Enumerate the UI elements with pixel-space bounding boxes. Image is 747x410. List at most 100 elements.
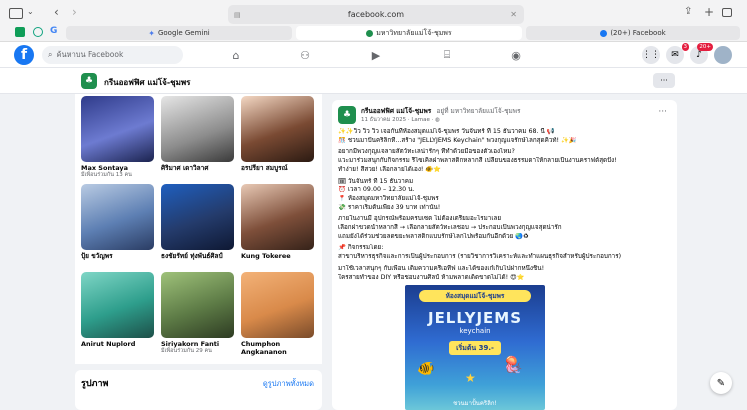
pinned-tab-chatgpt-icon[interactable]	[33, 27, 43, 37]
facebook-logo-icon[interactable]: f	[14, 45, 34, 65]
person-name: ธงชัยรัทย์ ทุ่งพันธ์ศิลป์	[161, 252, 223, 260]
post-header: กรีนออฟฟิศ แม่โจ้-ชุมพร อยู่ที่ มหาวิทยา…	[361, 106, 521, 116]
tab-maejo[interactable]: มหาวิทยาลัยแม่โจ้-ชุมพร	[296, 26, 522, 40]
group-logo-icon: ♣	[81, 73, 97, 89]
pinned-tab-google-icon[interactable]: G	[50, 26, 57, 36]
person-name: Kung Tokeree	[241, 252, 291, 260]
person-photo	[241, 96, 314, 162]
members-card: Max Sontaya มีเพื่อนร่วมกัน 13 คน ศิริมา…	[75, 94, 322, 364]
tab-facebook[interactable]: (20+) Facebook	[526, 26, 740, 40]
post-options-icon[interactable]: ···	[658, 107, 667, 117]
post-card: ♣ กรีนออฟฟิศ แม่โจ้-ชุมพร อยู่ที่ มหาวิท…	[332, 100, 677, 410]
messenger-badge: 3	[681, 43, 689, 51]
post-image[interactable]: ห้องสมุดแม่โจ้-ชุมพร JELLYJEMS keychain …	[405, 285, 545, 410]
search-input[interactable]: ⌕ ค้นหาบน Facebook	[42, 46, 183, 64]
person-photo	[81, 272, 154, 338]
tab-label: มหาวิทยาลัยแม่โจ้-ชุมพร	[376, 28, 452, 37]
friends-icon[interactable]: ⚇	[298, 48, 312, 62]
search-icon: ⌕	[48, 50, 53, 59]
person-photo	[161, 96, 234, 162]
person-photo	[161, 272, 234, 338]
poster-footer: ชวนมาปั้นคริลิก!	[453, 400, 497, 407]
sidebar-toggle-icon[interactable]	[9, 8, 23, 19]
post-location[interactable]: อยู่ที่ มหาวิทยาลัยแม่โจ้-ชุมพร	[436, 107, 520, 115]
group-name[interactable]: กรีนออฟฟิศ แม่โจ้-ชุมพร	[104, 76, 190, 89]
post-line: ทำง่าย! สีสวย! เลือกลายได้เอง! 🐠⭐	[338, 165, 442, 173]
post-line: 📌 กิจกรรมโดย:	[338, 244, 384, 252]
forward-icon[interactable]: ›	[72, 5, 77, 19]
video-icon[interactable]: ▶	[369, 48, 383, 62]
person-photo	[241, 184, 314, 250]
person-card[interactable]: Chumphon Angkananon	[241, 272, 314, 356]
person-photo	[81, 96, 154, 162]
person-name: Max Sontaya	[81, 164, 129, 172]
post-line: สาขาบริหารธุรกิจและการเป็นผู้ประกอบการ (…	[338, 253, 622, 261]
pinned-tab-sheets-icon[interactable]	[15, 27, 25, 37]
address-bar[interactable]: ▤ facebook.com ✕	[228, 5, 524, 24]
post-line: ภายในงานมี อุปกรณ์พร้อมครบเซต ไม่ต้องเตร…	[338, 215, 502, 223]
post-line: 🎊 ชวนมาปั้นคริลิกที่...สร้าง "JELLYJEMS …	[338, 136, 577, 144]
post-author[interactable]: กรีนออฟฟิศ แม่โจ้-ชุมพร	[361, 107, 431, 115]
person-photo	[81, 184, 154, 250]
post-line: 📍 ห้องสมุดมหาวิทยาลัยแม่โจ้-ชุมพร	[338, 194, 439, 202]
globe-icon: ◍	[435, 117, 440, 123]
address-text: facebook.com	[347, 10, 405, 19]
page-icon: ▤	[234, 10, 241, 19]
browser-toolbar: ⌄ ‹ › ▤ facebook.com ✕ ⇪ + G ✦ Google Ge…	[0, 0, 747, 42]
more-options-button[interactable]: ···	[653, 73, 675, 88]
tab-label: (20+) Facebook	[610, 29, 666, 37]
photos-card: รูปภาพ ดูรูปภาพทั้งหมด	[75, 370, 322, 410]
post-line: 🗓 วันจันทร์ ที่ 15 ธันวาคม	[338, 177, 414, 185]
jellyfish-icon: 🪼	[503, 355, 523, 374]
starfish-icon: ★	[465, 371, 476, 385]
facebook-icon	[600, 29, 608, 37]
person-card[interactable]: อรปรียา สมบูรณ์	[241, 96, 314, 172]
notifications-icon[interactable]: ♪ 20+	[690, 43, 713, 64]
person-photo	[241, 272, 314, 338]
person-name: Siriyakorn Fanti	[161, 340, 220, 348]
post-line: อยากมีพวงกุญแจลายสัตว์ทะเลน่ารักๆ ที่ทำด…	[338, 148, 515, 156]
gaming-icon[interactable]: ◉	[509, 48, 523, 62]
person-card[interactable]: Max Sontaya มีเพื่อนร่วมกัน 13 คน	[81, 96, 154, 179]
menu-grid-icon[interactable]: ⋮⋮	[642, 46, 660, 64]
post-line: แถมยังได้ร่วมช่วยลดขยะพลาสติกแบบรักษ์โลก…	[338, 232, 529, 240]
person-card[interactable]: ธงชัยรัทย์ ทุ่งพันธ์ศิลป์	[161, 184, 234, 260]
person-name: Chumphon Angkananon	[241, 340, 287, 356]
post-line: ✨✨วิ้ว วิ้ว วิ้ว เจอกันที่ห้องสมุดแม่โจ้…	[338, 128, 555, 135]
group-bar: ♣ กรีนออฟฟิศ แม่โจ้-ชุมพร ···	[0, 68, 747, 94]
favicon-icon	[366, 29, 374, 37]
back-icon[interactable]: ‹	[54, 5, 59, 19]
tab-overview-icon[interactable]	[722, 8, 732, 17]
compose-icon[interactable]: ✎	[710, 372, 732, 394]
person-card[interactable]: Kung Tokeree	[241, 184, 314, 260]
facebook-header: f ⌕ ค้นหาบน Facebook ⌂ ⚇ ▶ ⌸ ◉ ⋮⋮ ✉ 3 ♪ 20…	[0, 42, 747, 68]
search-placeholder: ค้นหาบน Facebook	[56, 50, 124, 59]
post-time[interactable]: 11 ธันวาคม 2025 · Lamae · ◍	[361, 116, 440, 124]
share-icon[interactable]: ⇪	[684, 6, 692, 17]
post-line: ใครสายทำของ DIY หรือชอบงานศิลป์ ห้ามพลาด…	[338, 273, 525, 281]
marketplace-icon[interactable]: ⌸	[440, 48, 454, 62]
person-card[interactable]: Anirut Nuplord	[81, 272, 154, 348]
chevron-down-icon[interactable]: ⌄	[27, 7, 34, 16]
group-avatar[interactable]: ♣	[338, 106, 356, 124]
tab-strip: G ✦ Google Gemini มหาวิทยาลัยแม่โจ้-ชุมพ…	[0, 26, 747, 42]
messenger-icon[interactable]: ✉ 3	[666, 43, 689, 64]
person-name: Anirut Nuplord	[81, 340, 136, 348]
poster-title: ห้องสมุดแม่โจ้-ชุมพร	[419, 290, 531, 302]
notifications-badge: 20+	[697, 43, 713, 51]
avatar[interactable]	[714, 46, 732, 64]
person-card[interactable]: ศิริมาศ เดาวิลาศ	[161, 96, 234, 172]
poster-brand: JELLYJEMS	[427, 309, 523, 327]
poster-sub: keychain	[459, 327, 491, 335]
new-tab-icon[interactable]: +	[704, 5, 714, 19]
close-icon[interactable]: ✕	[510, 10, 517, 19]
photos-title: รูปภาพ	[81, 379, 109, 389]
person-card[interactable]: ปุ้ย ขวัญพร	[81, 184, 154, 260]
home-icon[interactable]: ⌂	[229, 48, 243, 62]
tab-gemini[interactable]: ✦ Google Gemini	[66, 26, 292, 40]
person-card[interactable]: Siriyakorn Fanti มีเพื่อนร่วมกัน 29 คน	[161, 272, 234, 355]
post-line: เลือกฝาขวดน้ำหลากสี → เลือกลายสัตว์ทะเลช…	[338, 224, 562, 232]
person-mutual: มีเพื่อนร่วมกัน 29 คน	[161, 348, 212, 354]
see-all-photos-link[interactable]: ดูรูปภาพทั้งหมด	[263, 378, 314, 390]
fish-icon: 🐠	[417, 361, 435, 377]
